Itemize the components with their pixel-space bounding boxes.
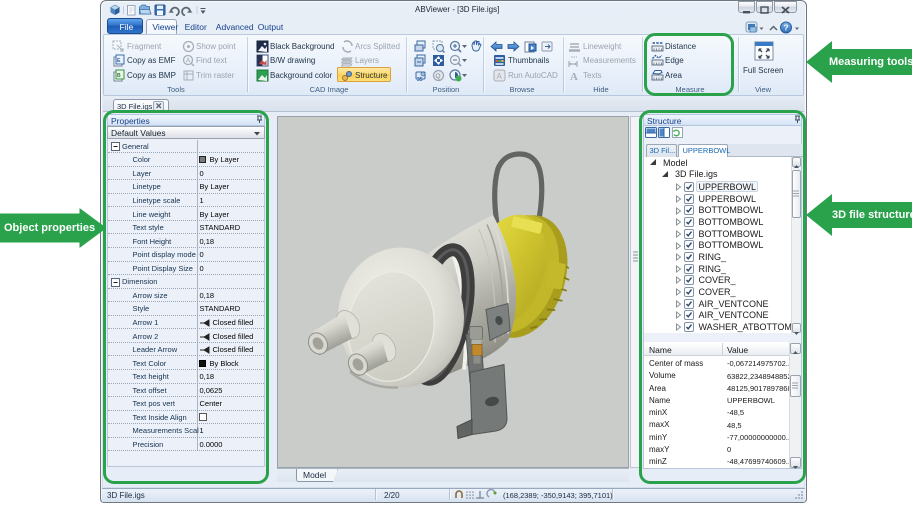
svg-text:A: A [186, 58, 191, 65]
svg-text:?: ? [783, 23, 788, 33]
svg-text:B: B [117, 73, 121, 79]
svg-text:A: A [570, 71, 578, 82]
svg-text:A: A [497, 72, 503, 81]
svg-text:35: 35 [417, 77, 423, 82]
svg-text:Q: Q [435, 73, 440, 80]
